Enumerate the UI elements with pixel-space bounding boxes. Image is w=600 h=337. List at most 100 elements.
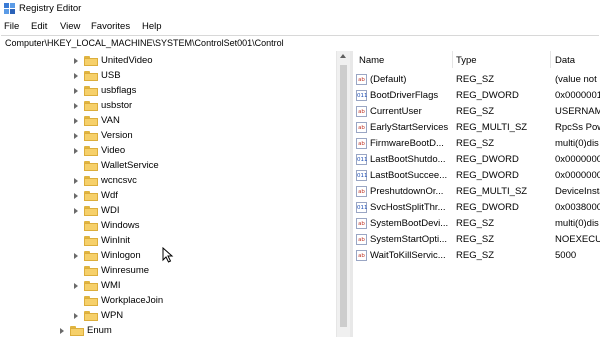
tree-item-wpn[interactable]: WPN bbox=[0, 309, 336, 323]
tree-scrollbar[interactable] bbox=[336, 51, 350, 337]
value-data: (value not bbox=[555, 74, 597, 85]
tree-item-label: Wdf bbox=[101, 190, 118, 201]
tree-item-label: USB bbox=[101, 70, 121, 81]
value-row[interactable]: ab CurrentUser REG_SZ USERNAME bbox=[355, 104, 600, 119]
value-data: 0x0000000 bbox=[555, 154, 600, 165]
tree-item-usbstor[interactable]: usbstor bbox=[0, 99, 336, 113]
string-value-icon: ab bbox=[356, 186, 367, 197]
tree-item-wmi[interactable]: WMI bbox=[0, 279, 336, 293]
chevron-right-icon[interactable] bbox=[60, 328, 64, 334]
tree-item-windows[interactable]: Windows bbox=[0, 219, 336, 233]
tree-item-label: UnitedVideo bbox=[101, 55, 153, 66]
value-row[interactable]: 011 LastBootShutdo... REG_DWORD 0x000000… bbox=[355, 152, 600, 167]
address-path[interactable]: Computer\HKEY_LOCAL_MACHINE\SYSTEM\Contr… bbox=[5, 38, 284, 48]
tree-item-label: Version bbox=[101, 130, 133, 141]
binary-value-icon: 011 bbox=[356, 90, 368, 101]
value-name: FirmwareBootD... bbox=[370, 138, 444, 149]
value-row[interactable]: ab WaitToKillServic... REG_SZ 5000 bbox=[355, 248, 600, 263]
chevron-right-icon[interactable] bbox=[74, 73, 78, 79]
folder-icon bbox=[84, 191, 98, 201]
tree-item-label: WPN bbox=[101, 310, 124, 321]
value-data: 0x0038000 bbox=[555, 202, 600, 213]
tree-item-wcncsvc[interactable]: wcncsvc bbox=[0, 174, 336, 188]
tree-item-label: Winresume bbox=[101, 265, 150, 276]
column-header-data[interactable]: Data bbox=[555, 55, 575, 66]
chevron-right-icon[interactable] bbox=[74, 208, 78, 214]
folder-icon bbox=[84, 71, 98, 81]
menu-help[interactable]: Help bbox=[142, 21, 162, 32]
value-type: REG_DWORD bbox=[456, 170, 519, 181]
tree-item-video[interactable]: Video bbox=[0, 144, 336, 158]
menu-file[interactable]: File bbox=[4, 21, 19, 32]
value-row[interactable]: ab SystemStartOpti... REG_SZ NOEXECU bbox=[355, 232, 600, 247]
tree-item-label: Windows bbox=[101, 220, 140, 231]
value-name: EarlyStartServices bbox=[370, 122, 449, 133]
value-name: SvcHostSplitThr... bbox=[370, 202, 446, 213]
tree-pane[interactable]: UnitedVideo USB usbflags usbstor VAN Ver… bbox=[0, 51, 350, 337]
tree-item-walletservice[interactable]: WalletService bbox=[0, 159, 336, 173]
folder-icon bbox=[84, 296, 98, 306]
value-row[interactable]: 011 LastBootSuccee... REG_DWORD 0x000000… bbox=[355, 168, 600, 183]
menu-view[interactable]: View bbox=[60, 21, 80, 32]
column-divider[interactable] bbox=[452, 51, 453, 68]
tree-item-wininit[interactable]: WinInit bbox=[0, 234, 336, 248]
value-type: REG_DWORD bbox=[456, 202, 519, 213]
menu-favorites[interactable]: Favorites bbox=[91, 21, 130, 32]
chevron-right-icon[interactable] bbox=[74, 178, 78, 184]
column-header-type[interactable]: Type bbox=[456, 55, 477, 66]
value-type: REG_SZ bbox=[456, 250, 495, 261]
value-name: CurrentUser bbox=[370, 106, 422, 117]
value-type: REG_SZ bbox=[456, 218, 495, 229]
string-value-icon: ab bbox=[356, 234, 367, 245]
address-bar[interactable]: Computer\HKEY_LOCAL_MACHINE\SYSTEM\Contr… bbox=[1, 35, 599, 52]
column-header-name[interactable]: Name bbox=[359, 55, 384, 66]
tree-item-van[interactable]: VAN bbox=[0, 114, 336, 128]
chevron-right-icon[interactable] bbox=[74, 118, 78, 124]
tree-item-wdf[interactable]: Wdf bbox=[0, 189, 336, 203]
tree-item-workplacejoin[interactable]: WorkplaceJoin bbox=[0, 294, 336, 308]
tree-item-usb[interactable]: USB bbox=[0, 69, 336, 83]
scroll-up-arrow-icon[interactable] bbox=[340, 54, 346, 58]
tree-item-usbflags[interactable]: usbflags bbox=[0, 84, 336, 98]
string-value-icon: ab bbox=[356, 122, 367, 133]
tree-item-unitedvideo[interactable]: UnitedVideo bbox=[0, 54, 336, 68]
chevron-right-icon[interactable] bbox=[74, 313, 78, 319]
value-row[interactable]: ab PreshutdownOr... REG_MULTI_SZ DeviceI… bbox=[355, 184, 600, 199]
registry-editor-app-icon bbox=[4, 3, 15, 14]
chevron-right-icon[interactable] bbox=[74, 58, 78, 64]
folder-icon bbox=[84, 281, 98, 291]
value-row[interactable]: 011 SvcHostSplitThr... REG_DWORD 0x00380… bbox=[355, 200, 600, 215]
value-type: REG_SZ bbox=[456, 234, 495, 245]
mouse-pointer-icon bbox=[162, 247, 174, 263]
value-name: WaitToKillServic... bbox=[370, 250, 446, 261]
value-type: REG_DWORD bbox=[456, 154, 519, 165]
tree-item-winresume[interactable]: Winresume bbox=[0, 264, 336, 278]
value-name: LastBootSuccee... bbox=[370, 170, 448, 181]
chevron-right-icon[interactable] bbox=[74, 148, 78, 154]
value-row[interactable]: ab (Default) REG_SZ (value not bbox=[355, 72, 600, 87]
value-row[interactable]: ab FirmwareBootD... REG_SZ multi(0)dis bbox=[355, 136, 600, 151]
value-row[interactable]: ab SystemBootDevi... REG_SZ multi(0)dis bbox=[355, 216, 600, 231]
chevron-right-icon[interactable] bbox=[74, 283, 78, 289]
value-type: REG_DWORD bbox=[456, 90, 519, 101]
chevron-right-icon[interactable] bbox=[74, 133, 78, 139]
column-divider[interactable] bbox=[550, 51, 551, 68]
tree-item-label: Winlogon bbox=[101, 250, 141, 261]
chevron-right-icon[interactable] bbox=[74, 193, 78, 199]
tree-item-label: Video bbox=[101, 145, 126, 156]
chevron-right-icon[interactable] bbox=[74, 103, 78, 109]
binary-value-icon: 011 bbox=[356, 170, 368, 181]
folder-icon bbox=[84, 311, 98, 321]
folder-icon bbox=[84, 236, 98, 246]
tree-item-version[interactable]: Version bbox=[0, 129, 336, 143]
scrollbar-thumb[interactable] bbox=[340, 65, 347, 327]
value-row[interactable]: ab EarlyStartServices REG_MULTI_SZ RpcSs… bbox=[355, 120, 600, 135]
chevron-right-icon[interactable] bbox=[74, 88, 78, 94]
value-type: REG_SZ bbox=[456, 74, 495, 85]
chevron-right-icon[interactable] bbox=[74, 253, 78, 259]
string-value-icon: ab bbox=[356, 138, 367, 149]
tree-item-wdi[interactable]: WDI bbox=[0, 204, 336, 218]
value-row[interactable]: 011 BootDriverFlags REG_DWORD 0x0000001c bbox=[355, 88, 600, 103]
value-name: BootDriverFlags bbox=[370, 90, 439, 101]
menu-edit[interactable]: Edit bbox=[31, 21, 47, 32]
